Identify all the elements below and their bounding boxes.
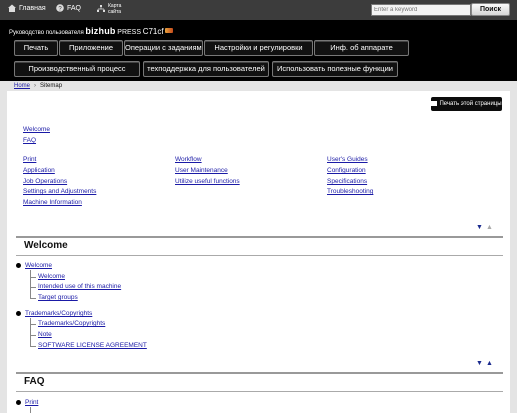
nav-useful-functions[interactable]: Использовать полезные функции xyxy=(272,61,398,77)
col3-link-configuration[interactable]: Configuration xyxy=(327,167,366,174)
tree-branch xyxy=(30,346,36,347)
brand-prefix: Руководство пользователя xyxy=(9,30,84,36)
tree-link-faq-print[interactable]: Print xyxy=(25,399,38,406)
product-title: Руководство пользователя bizhub PRESS C7… xyxy=(9,26,173,36)
top-link-welcome[interactable]: Welcome xyxy=(23,126,50,133)
home-link-label: Главная xyxy=(19,4,46,12)
question-icon: ? xyxy=(56,4,64,13)
col3-link-specifications[interactable]: Specifications xyxy=(327,178,367,185)
section-header-faq: FAQ xyxy=(16,372,503,392)
breadcrumb-bar xyxy=(0,81,517,91)
faq-link-label: FAQ xyxy=(67,4,82,12)
tree-bullet-icon xyxy=(16,263,21,268)
faq-link[interactable]: ? FAQ xyxy=(56,4,82,13)
logo-flame-icon xyxy=(164,28,173,33)
tree-sublink-welcome[interactable]: Welcome xyxy=(38,273,65,280)
section-header-welcome: Welcome xyxy=(16,236,503,256)
search-input[interactable] xyxy=(371,4,471,16)
sitemap-link-label-2: сайта xyxy=(108,9,122,15)
nav-print[interactable]: Печать xyxy=(14,40,58,56)
nav-workflow[interactable]: Производственный процесс xyxy=(14,61,140,77)
nav-settings[interactable]: Настройки и регулировки xyxy=(204,40,313,56)
brand-model: C71cf xyxy=(142,27,164,36)
search-button[interactable]: Поиск xyxy=(471,3,510,16)
top-link-faq[interactable]: FAQ xyxy=(23,137,36,144)
nav-application[interactable]: Приложение xyxy=(59,40,123,56)
tree-branch xyxy=(30,298,36,299)
tree-sublink-trademarks[interactable]: Trademarks/Copyrights xyxy=(38,320,105,327)
col1-link-settings[interactable]: Settings and Adjustments xyxy=(23,188,96,195)
tree-bullet-icon xyxy=(16,311,21,316)
breadcrumb-current: Sitemap xyxy=(40,83,63,89)
col2-link-user-maintenance[interactable]: User Maintenance xyxy=(175,167,228,174)
col3-link-troubleshooting[interactable]: Troubleshooting xyxy=(327,188,373,195)
nav-job-operations[interactable]: Операции с заданиями xyxy=(124,40,203,56)
tree-bullet-icon xyxy=(16,400,21,405)
col1-link-application[interactable]: Application xyxy=(23,167,55,174)
nav-user-support[interactable]: техподдержка для пользователей xyxy=(143,61,269,77)
section-title-faq: FAQ xyxy=(24,376,45,387)
col1-link-machine-info[interactable]: Machine Information xyxy=(23,199,82,206)
home-link[interactable]: Главная xyxy=(8,4,46,12)
breadcrumb-home[interactable]: Home xyxy=(14,83,30,89)
tree-link-trademarks[interactable]: Trademarks/Copyrights xyxy=(25,310,92,317)
tree-sublink-intended-use[interactable]: Intended use of this machine xyxy=(38,283,121,290)
scroll-down-icon[interactable]: ▼ xyxy=(476,360,483,367)
col2-link-workflow[interactable]: Workflow xyxy=(175,156,202,163)
tree-branch xyxy=(30,324,36,325)
printer-icon xyxy=(431,100,438,106)
col2-link-useful-functions[interactable]: Utilize useful functions xyxy=(175,178,240,185)
tree-branch xyxy=(30,335,36,336)
sitemap-link[interactable]: Карта сайта xyxy=(97,3,121,15)
tree-link-welcome[interactable]: Welcome xyxy=(25,262,52,269)
print-page-button[interactable]: Печать этой страницы xyxy=(431,97,502,111)
tree-sublink-license[interactable]: SOFTWARE LICENSE AGREEMENT xyxy=(38,342,147,349)
breadcrumb: Home › Sitemap xyxy=(14,81,62,91)
tree-line xyxy=(30,270,31,298)
col1-link-job-operations[interactable]: Job Operations xyxy=(23,178,67,185)
home-icon xyxy=(8,4,16,12)
section-title-welcome: Welcome xyxy=(24,240,68,251)
tree-branch xyxy=(30,287,36,288)
col1-link-print[interactable]: Print xyxy=(23,156,36,163)
tree-branch xyxy=(30,277,36,278)
tree-sublink-target-groups[interactable]: Target groups xyxy=(38,294,78,301)
brand-press: PRESS xyxy=(117,29,142,36)
scroll-down-icon[interactable]: ▼ xyxy=(476,224,483,231)
print-page-label: Печать этой страницы xyxy=(439,101,502,107)
tree-line xyxy=(30,318,31,346)
tree-sublink-note[interactable]: Note xyxy=(38,331,52,338)
nav-machine-info[interactable]: Инф. об аппарате xyxy=(314,40,409,56)
scroll-up-icon: ▲ xyxy=(486,224,493,231)
col3-link-users-guides[interactable]: User's Guides xyxy=(327,156,368,163)
breadcrumb-separator-icon: › xyxy=(34,83,37,89)
sitemap-icon xyxy=(97,5,105,13)
brand-product: bizhub xyxy=(85,26,116,36)
tree-line xyxy=(30,407,31,413)
scroll-up-icon[interactable]: ▲ xyxy=(486,360,493,367)
